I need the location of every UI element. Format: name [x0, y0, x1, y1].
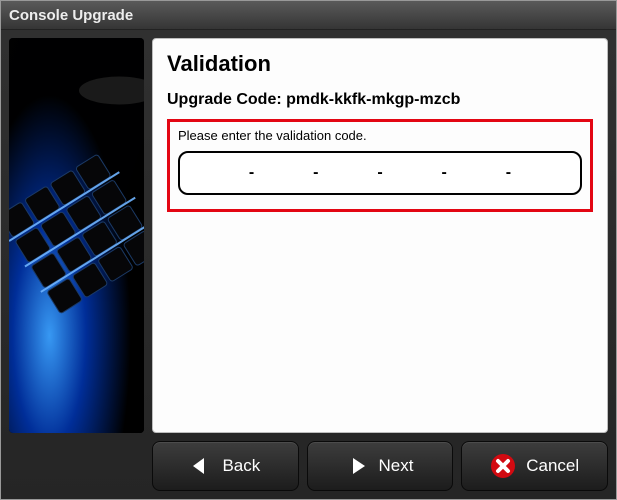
page-title: Validation: [167, 51, 593, 77]
back-arrow-icon: [190, 455, 212, 477]
next-arrow-icon: [347, 455, 369, 477]
upgrade-code-label: Upgrade Code:: [167, 91, 282, 108]
dialog-body: Validation Upgrade Code: pmdk-kkfk-mkgp-…: [1, 30, 616, 499]
console-upgrade-dialog: Console Upgrade: [0, 0, 617, 500]
back-button[interactable]: Back: [152, 441, 299, 491]
title-bar: Console Upgrade: [1, 1, 616, 30]
dash-icon: -: [311, 164, 320, 182]
cancel-icon: [490, 453, 516, 479]
next-button[interactable]: Next: [307, 441, 454, 491]
content-panel: Validation Upgrade Code: pmdk-kkfk-mkgp-…: [152, 38, 608, 433]
footer-spacer: [9, 441, 144, 491]
back-button-label: Back: [222, 456, 260, 476]
validation-instruction: Please enter the validation code.: [178, 128, 582, 143]
dash-icon: -: [375, 164, 384, 182]
upgrade-code-value: pmdk-kkfk-mkgp-mzcb: [286, 91, 460, 108]
side-image: [9, 38, 144, 433]
validation-code-input[interactable]: - - - - -: [178, 151, 582, 195]
cancel-button[interactable]: Cancel: [461, 441, 608, 491]
next-button-label: Next: [379, 456, 414, 476]
dash-icon: -: [440, 164, 449, 182]
upgrade-code-line: Upgrade Code: pmdk-kkfk-mkgp-mzcb: [167, 91, 593, 109]
dash-icon: -: [247, 164, 256, 182]
button-bar: Back Next Cancel: [9, 441, 608, 491]
dash-icon: -: [504, 164, 513, 182]
window-title: Console Upgrade: [9, 7, 133, 24]
cancel-button-label: Cancel: [526, 456, 579, 476]
validation-highlight: Please enter the validation code. - - - …: [167, 119, 593, 212]
